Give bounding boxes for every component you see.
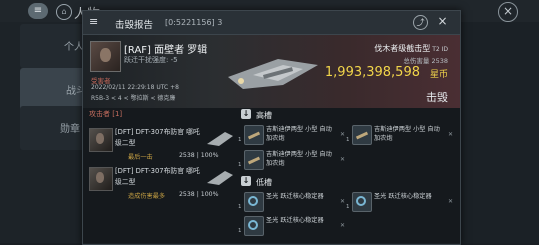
fitting-panel: ↓ 高槽 1 吉斯迪伊两型 小型 自动加农炮 ✕ 1 吉斯迪伊两型 小型 自动加…: [238, 108, 460, 244]
attacker-name: [DFT] DFT-307布防官 哪吒级二型: [115, 128, 200, 147]
module-name: 吉斯迪伊两型 小型 自动加农炮: [266, 151, 332, 167]
kill-timestamp: 2022/02/11 22:29:18 UTC +8: [91, 84, 179, 91]
high-slot-icon: ↓: [241, 109, 251, 119]
module-name: 圣光 跃迁核心稳定器: [266, 217, 324, 224]
autocannon-icon: [352, 125, 372, 145]
autocannon-icon: [244, 125, 264, 145]
kill-location[interactable]: R5B-3 < 4 < 鄂拉斯 < 德克廉: [91, 93, 175, 102]
window-title: 击毁报告: [115, 20, 154, 31]
kill-result: 击毁: [426, 91, 448, 104]
slot-label: 低槽: [256, 178, 272, 187]
character-icon: ⌂: [56, 4, 72, 20]
warp-stabilizer-icon: [244, 192, 264, 212]
module-item[interactable]: 1 圣光 跃迁核心稳定器 ✕: [238, 214, 348, 238]
module-name: 吉斯迪伊两型 小型 自动加农炮: [266, 126, 332, 142]
victim-banner: [RAF] 面壁者 罗辑 跃迁干扰强度: -5 受害者 2022/02/11 2…: [83, 35, 460, 108]
slot-label: 高槽: [256, 111, 272, 120]
attacker-damage: 2538 | 100%: [179, 191, 219, 198]
remove-icon: ✕: [340, 222, 346, 229]
killmail-id: [0:5221156] 3: [165, 18, 223, 27]
total-damage: 总伤害量 2538: [403, 57, 448, 65]
sidebar-item-label: 个人: [64, 42, 84, 53]
sidebar-item-label: 勋章: [60, 124, 80, 135]
module-qty: 1: [346, 137, 350, 143]
sidebar-item-medals[interactable]: 勋章: [20, 106, 90, 150]
sidebar-item-personal[interactable]: 个人: [20, 24, 90, 68]
module-name: 圣光 跃迁核心稳定器: [374, 193, 432, 200]
menu-icon[interactable]: ≡: [89, 15, 98, 28]
remove-icon: ✕: [448, 198, 454, 205]
remove-icon: ✕: [448, 131, 454, 138]
attacker-row[interactable]: [DFT] DFT-307布防官 哪吒级二型 造成伤害最多 2538 | 100…: [83, 163, 238, 207]
attacker-portrait[interactable]: [89, 128, 113, 152]
warp-stabilizer-icon: [244, 216, 264, 236]
module-name: 圣光 跃迁核心稳定器: [266, 193, 324, 200]
module-item[interactable]: 1 圣光 跃迁核心稳定器 ✕: [238, 190, 348, 214]
module-name: 吉斯迪伊两型 小型 自动加农炮: [374, 126, 440, 142]
victim-name[interactable]: [RAF] 面壁者 罗辑: [124, 41, 207, 56]
portrait-face: [100, 48, 111, 62]
victim-portrait[interactable]: [90, 41, 121, 72]
module-item[interactable]: 1 吉斯迪伊两型 小型 自动加农炮 ✕: [346, 123, 456, 147]
ship-class: 伐木者级截击型 T2 ID: [374, 43, 448, 54]
attacker-role: 最后一击: [128, 154, 153, 161]
ship-class-label: 伐木者级截击型: [374, 44, 431, 53]
killmail-window: ≡ 击毁报告 [0:5221156] 3 ⤴ × [RAF] 面壁者 罗辑 跃迁…: [82, 10, 461, 245]
low-slot-icon: ↓: [241, 176, 251, 186]
module-qty: 1: [238, 162, 242, 168]
menu-button[interactable]: ≡: [28, 3, 48, 19]
low-slot-header: ↓ 低槽: [238, 175, 460, 189]
module-item[interactable]: 1 圣光 跃迁核心稳定器 ✕: [346, 190, 456, 214]
close-icon[interactable]: ×: [435, 14, 450, 29]
remove-icon: ✕: [340, 131, 346, 138]
module-item[interactable]: 1 吉斯迪伊两型 小型 自动加农炮 ✕: [238, 148, 348, 172]
remove-icon: ✕: [340, 156, 346, 163]
ship-tech-level: T2 ID: [432, 46, 448, 53]
module-item[interactable]: 1 吉斯迪伊两型 小型 自动加农炮 ✕: [238, 123, 348, 147]
attacker-damage: 2538 | 100%: [179, 152, 219, 159]
portrait-face: [96, 133, 104, 144]
attacker-ship-icon[interactable]: [205, 167, 235, 189]
attacker-ship-icon[interactable]: [205, 128, 235, 150]
high-slot-header: ↓ 高槽: [238, 108, 460, 122]
close-icon[interactable]: ×: [498, 2, 518, 22]
warp-stabilizer-icon: [352, 192, 372, 212]
attacker-portrait[interactable]: [89, 167, 113, 191]
portrait-face: [96, 172, 104, 183]
ship-image: [228, 59, 318, 89]
victim-warp-strength: 跃迁干扰强度: -5: [124, 56, 178, 64]
copy-icon[interactable]: ⤴: [413, 15, 428, 30]
remove-icon: ✕: [340, 198, 346, 205]
attacker-role: 造成伤害最多: [128, 193, 166, 200]
background-panel: [460, 22, 539, 243]
attacker-name: [DFT] DFT-307布防官 哪吒级二型: [115, 167, 200, 186]
attacker-row[interactable]: [DFT] DFT-307布防官 哪吒级二型 最后一击 2538 | 100%: [83, 124, 238, 168]
module-qty: 1: [346, 204, 350, 210]
isk-value: 1,993,398,598: [324, 65, 420, 80]
module-qty: 1: [238, 228, 242, 234]
window-header: ≡ 击毁报告 [0:5221156] 3 ⤴ ×: [83, 11, 460, 35]
module-qty: 1: [238, 137, 242, 143]
isk-unit: 星币: [429, 70, 448, 80]
autocannon-icon: [244, 150, 264, 170]
attackers-title: 攻击者 [1]: [89, 110, 123, 118]
module-qty: 1: [238, 204, 242, 210]
